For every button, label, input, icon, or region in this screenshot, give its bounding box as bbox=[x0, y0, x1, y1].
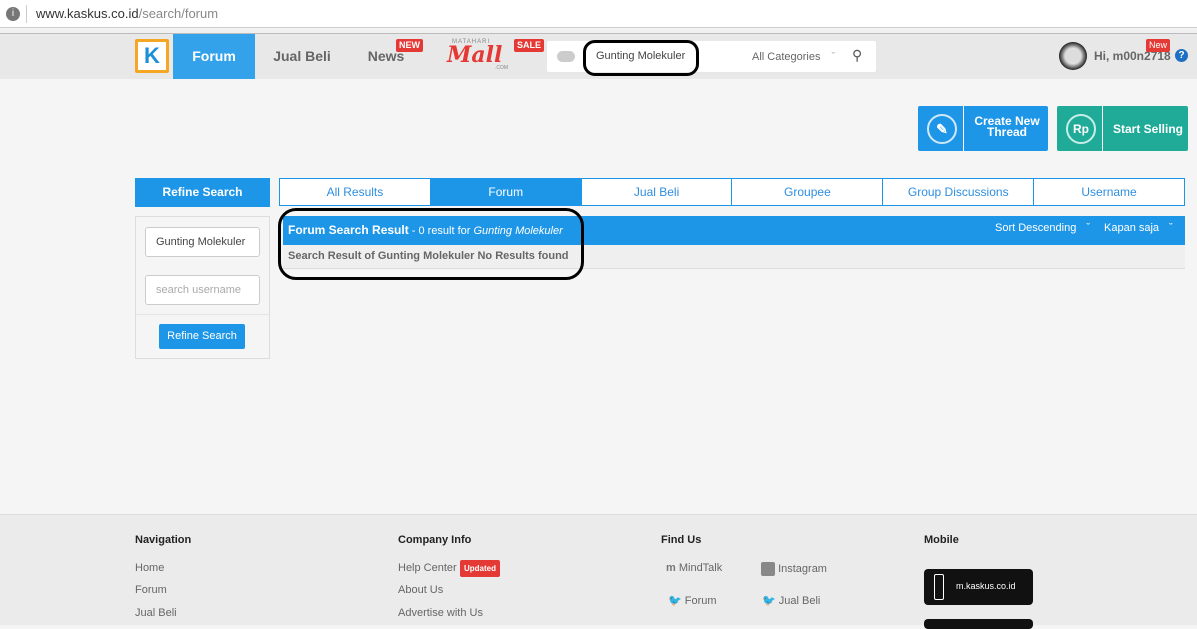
pencil-icon: ✎ bbox=[927, 114, 957, 144]
help-icon[interactable]: ? bbox=[1175, 49, 1188, 62]
footer-heading: Mobile bbox=[924, 534, 959, 546]
create-thread-button[interactable]: ✎ Create New Thread bbox=[918, 106, 1048, 151]
new-badge: New bbox=[1146, 39, 1171, 52]
nav-forum[interactable]: Forum bbox=[173, 34, 255, 79]
chat-icon bbox=[557, 51, 575, 62]
footer-heading: Company Info bbox=[398, 534, 472, 546]
footer-link-home[interactable]: Home bbox=[135, 562, 164, 574]
globe-icon: i bbox=[6, 7, 20, 21]
footer-link-mindtalk[interactable]: m MindTalk bbox=[666, 562, 722, 574]
tab-all-results[interactable]: All Results bbox=[280, 179, 431, 205]
footer-link-jual-beli[interactable]: Jual Beli bbox=[135, 607, 177, 619]
mobile-site-label: m.kaskus.co.id bbox=[956, 581, 1016, 591]
tab-forum[interactable]: Forum bbox=[430, 179, 582, 205]
result-tabs: All Results Forum Jual Beli Groupee Grou… bbox=[279, 178, 1185, 206]
tab-group-discussions[interactable]: Group Discussions bbox=[883, 179, 1035, 205]
footer-link-twitter-forum[interactable]: 🐦 Forum bbox=[668, 594, 717, 607]
mindtalk-icon: m bbox=[666, 562, 676, 574]
footer-link-forum[interactable]: Forum bbox=[135, 584, 167, 596]
mobile-site-button[interactable]: m.kaskus.co.id bbox=[924, 569, 1033, 605]
create-thread-label: Create New Thread bbox=[974, 114, 1040, 139]
keyword-input[interactable]: Gunting Molekuler bbox=[145, 227, 260, 257]
username-input[interactable]: search username bbox=[145, 275, 260, 305]
footer-heading: Navigation bbox=[135, 534, 192, 546]
start-selling-button[interactable]: Rp Start Selling bbox=[1057, 106, 1188, 151]
matahari-mall-logo[interactable]: MATAHARI Mall .COM bbox=[447, 39, 517, 75]
twitter-icon: 🐦 bbox=[762, 595, 776, 607]
divider bbox=[136, 314, 269, 315]
footer-link-advertise[interactable]: Advertise with Us bbox=[398, 607, 483, 619]
search-icon[interactable]: ⚲ bbox=[852, 47, 862, 64]
sale-badge: SALE bbox=[514, 39, 545, 52]
kaskus-logo[interactable]: K bbox=[135, 39, 169, 73]
footer-link-about[interactable]: About Us bbox=[398, 584, 443, 596]
category-select[interactable]: All Categories ˇ bbox=[752, 51, 835, 63]
tab-jual-beli[interactable]: Jual Beli bbox=[582, 179, 733, 205]
time-select[interactable]: Kapan saja ˇ bbox=[1104, 222, 1173, 234]
app-store-button[interactable] bbox=[924, 619, 1033, 629]
footer-link-twitter-jual-beli[interactable]: 🐦 Jual Beli bbox=[762, 594, 820, 607]
rupiah-icon: Rp bbox=[1066, 114, 1096, 144]
start-selling-label: Start Selling bbox=[1112, 122, 1183, 136]
phone-icon bbox=[934, 574, 944, 600]
tab-groupee[interactable]: Groupee bbox=[732, 179, 884, 205]
divider bbox=[1102, 106, 1103, 151]
new-badge: NEW bbox=[396, 39, 423, 52]
avatar[interactable] bbox=[1059, 42, 1087, 70]
footer-link-help-center[interactable]: Help Center bbox=[398, 562, 457, 574]
nav-jual-beli[interactable]: Jual Beli bbox=[262, 34, 342, 79]
refine-panel: Gunting Molekuler search username Refine… bbox=[135, 216, 270, 359]
sort-select[interactable]: Sort Descending ˇ bbox=[995, 222, 1090, 234]
address-bar[interactable]: i www.kaskus.co.id/search/forum bbox=[0, 0, 1197, 28]
annotation-circle bbox=[278, 208, 584, 280]
footer-link-instagram[interactable]: Instagram bbox=[761, 562, 827, 576]
tab-username[interactable]: Username bbox=[1034, 179, 1184, 205]
twitter-icon: 🐦 bbox=[668, 595, 682, 607]
refine-search-title: Refine Search bbox=[135, 178, 270, 207]
url-text[interactable]: www.kaskus.co.id/search/forum bbox=[36, 6, 218, 21]
divider bbox=[26, 5, 27, 23]
refine-search-button[interactable]: Refine Search bbox=[159, 324, 245, 349]
instagram-icon bbox=[761, 562, 775, 576]
updated-badge: Updated bbox=[460, 560, 500, 577]
divider bbox=[963, 106, 964, 151]
footer-heading: Find Us bbox=[661, 534, 702, 546]
top-nav: K Forum Jual Beli News NEW MATAHARI Mall… bbox=[0, 34, 1197, 79]
annotation-circle bbox=[583, 40, 699, 76]
